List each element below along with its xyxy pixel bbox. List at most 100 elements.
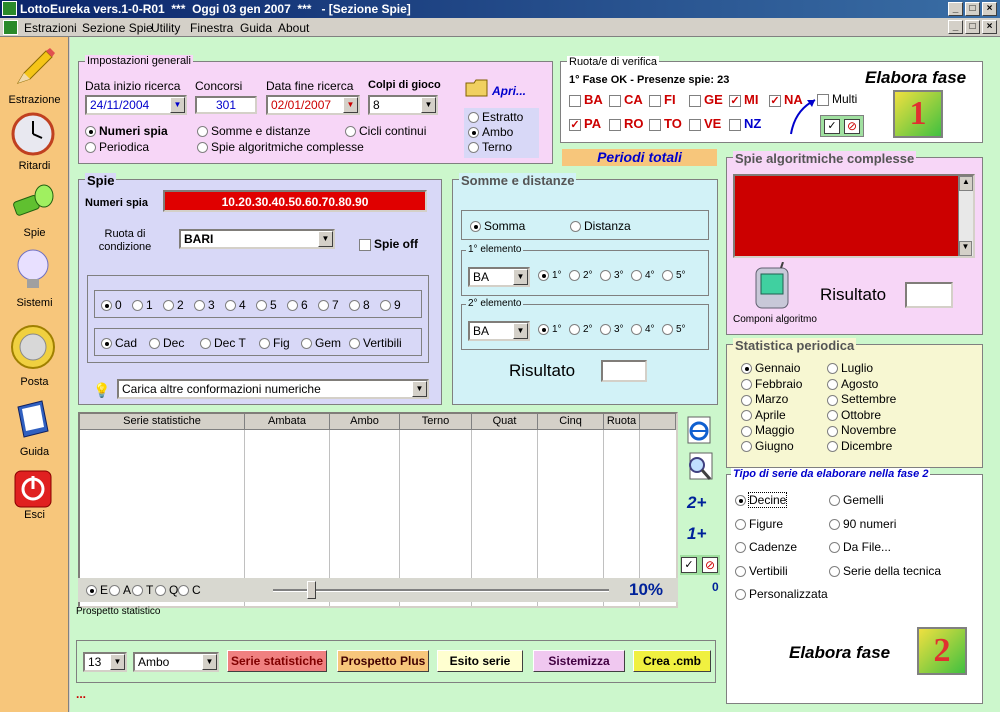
month-radio-giugno[interactable]: Giugno — [741, 439, 794, 453]
month-radio-novembre[interactable]: Novembre — [827, 423, 896, 437]
folder-open-icon[interactable] — [465, 78, 489, 98]
tipo-radio-personalizzata[interactable]: Personalizzata — [735, 587, 828, 601]
type-radio-cad[interactable]: Cad — [101, 336, 137, 350]
close-button[interactable]: × — [982, 2, 997, 16]
table-header[interactable]: Ambata — [245, 414, 330, 430]
somma-radio[interactable]: Somma — [470, 219, 525, 233]
tipo-radio-90-numeri[interactable]: 90 numeri — [829, 517, 896, 531]
numeri-spia-field[interactable]: 10.20.30.40.50.60.70.80.90 — [163, 190, 427, 212]
month-radio-agosto[interactable]: Agosto — [827, 377, 878, 391]
digit-radio-4[interactable]: 4 — [225, 298, 246, 312]
serie-statistiche-button[interactable]: Serie statistiche — [227, 650, 327, 672]
elemento2-ruota-combo[interactable]: BA ▼ — [468, 321, 530, 341]
month-radio-dicembre[interactable]: Dicembre — [827, 439, 892, 453]
table-header[interactable]: Cinq — [538, 414, 604, 430]
spie-algoritmiche-radio[interactable]: Spie algoritmiche complesse — [197, 140, 364, 154]
somme-distanze-radio[interactable]: Somme e distanze — [197, 124, 310, 138]
sorte-combo[interactable]: Ambo ▼ — [133, 652, 219, 672]
data-fine-combo[interactable]: 02/01/2007 ▼ — [266, 95, 360, 115]
cancel-icon[interactable]: ⊘ — [844, 119, 860, 134]
wheel-checkbox-ro[interactable]: RO — [609, 116, 644, 131]
digit-radio-5[interactable]: 5 — [256, 298, 277, 312]
wheel-checkbox-ca[interactable]: CA — [609, 92, 643, 107]
algo-scrollbar[interactable]: ▲ ▼ — [958, 176, 973, 256]
tipo-radio-serie-della-tecnica[interactable]: Serie della tecnica — [829, 564, 941, 578]
esito-serie-button[interactable]: Esito serie — [437, 650, 523, 672]
menu-about[interactable]: About — [278, 21, 309, 35]
month-radio-aprile[interactable]: Aprile — [741, 408, 786, 422]
wheel-checkbox-nz[interactable]: NZ — [729, 116, 761, 131]
month-radio-maggio[interactable]: Maggio — [741, 423, 794, 437]
ambo-radio[interactable]: Ambo — [468, 125, 513, 139]
carica-conformazioni-combo[interactable]: Carica altre conformazioni numeriche ▼ — [117, 379, 429, 399]
handheld-icon[interactable] — [753, 262, 791, 310]
terno-radio[interactable]: Terno — [468, 140, 512, 154]
month-radio-marzo[interactable]: Marzo — [741, 392, 788, 406]
position-radio-4[interactable]: 4° — [631, 270, 655, 281]
position-radio-1[interactable]: 1° — [538, 270, 562, 281]
position-radio-5[interactable]: 5° — [662, 324, 686, 335]
wheel-checkbox-ba[interactable]: BA — [569, 92, 603, 107]
position-radio-1[interactable]: 1° — [538, 324, 562, 335]
apri-button[interactable]: Apri... — [492, 84, 526, 98]
slider-option-t[interactable]: T — [132, 583, 153, 597]
elabora-fase-1-button[interactable]: 1 — [893, 90, 943, 138]
check-icon[interactable]: ✓ — [824, 119, 840, 134]
menu-utility[interactable]: Utility — [151, 21, 180, 35]
elabora-fase-2-button[interactable]: 2 — [917, 627, 967, 675]
periodica-radio[interactable]: Periodica — [85, 140, 149, 154]
child-close-button[interactable]: × — [982, 20, 997, 34]
numero-combo[interactable]: 13 ▼ — [83, 652, 127, 672]
spie-off-checkbox[interactable]: Spie off — [359, 237, 418, 251]
table-header[interactable]: Terno — [400, 414, 472, 430]
menu-sezione-spie[interactable]: Sezione Spie — [82, 21, 153, 35]
digit-radio-8[interactable]: 8 — [349, 298, 370, 312]
plus1-button[interactable]: 1+ — [687, 524, 706, 544]
magnifier-icon[interactable] — [684, 451, 716, 483]
tipo-radio-gemelli[interactable]: Gemelli — [829, 493, 884, 507]
tipo-radio-decine[interactable]: Decine — [735, 492, 788, 508]
menu-finestra[interactable]: Finestra — [190, 21, 233, 35]
digit-radio-0[interactable]: 0 — [101, 298, 122, 312]
child-restore-button[interactable]: □ — [965, 20, 980, 34]
type-radio-gem[interactable]: Gem — [301, 336, 341, 350]
month-radio-luglio[interactable]: Luglio — [827, 361, 873, 375]
type-radio-dec[interactable]: Dec — [149, 336, 184, 350]
menu-estrazioni[interactable]: Estrazioni — [24, 21, 77, 35]
month-radio-settembre[interactable]: Settembre — [827, 392, 896, 406]
estratto-radio[interactable]: Estratto — [468, 110, 523, 124]
position-radio-5[interactable]: 5° — [662, 270, 686, 281]
ruota-condizione-combo[interactable]: BARI ▼ — [179, 229, 335, 249]
month-radio-febbraio[interactable]: Febbraio — [741, 377, 802, 391]
digit-radio-7[interactable]: 7 — [318, 298, 339, 312]
maximize-button[interactable]: □ — [965, 2, 980, 16]
check-icon[interactable]: ✓ — [681, 557, 697, 573]
elemento1-ruota-combo[interactable]: BA ▼ — [468, 267, 530, 287]
componi-algoritmo-label[interactable]: Componi algoritmo — [733, 314, 817, 325]
position-radio-3[interactable]: 3° — [600, 270, 624, 281]
slider-track[interactable] — [273, 589, 609, 592]
somme-risultato-field[interactable] — [601, 360, 647, 382]
wheel-checkbox-fi[interactable]: FI — [649, 92, 676, 107]
crea-cmb-button[interactable]: Crea .cmb — [633, 650, 711, 672]
menu-guida[interactable]: Guida — [240, 21, 272, 35]
concorsi-field[interactable]: 301 — [195, 96, 257, 114]
tipo-radio-cadenze[interactable]: Cadenze — [735, 540, 797, 554]
tipo-radio-da-file-[interactable]: Da File... — [829, 540, 891, 554]
digit-radio-3[interactable]: 3 — [194, 298, 215, 312]
position-radio-3[interactable]: 3° — [600, 324, 624, 335]
slider-handle[interactable] — [307, 581, 316, 599]
prospetto-plus-button[interactable]: Prospetto Plus — [337, 650, 429, 672]
wheel-checkbox-mi[interactable]: ✓ MI — [729, 92, 758, 107]
wheel-checkbox-to[interactable]: TO — [649, 116, 682, 131]
type-radio-fig[interactable]: Fig — [259, 336, 290, 350]
month-radio-ottobre[interactable]: Ottobre — [827, 408, 881, 422]
slider-option-c[interactable]: C — [178, 583, 201, 597]
sistemizza-button[interactable]: Sistemizza — [533, 650, 625, 672]
tipo-radio-vertibili[interactable]: Vertibili — [735, 564, 788, 578]
minimize-button[interactable]: _ — [948, 2, 963, 16]
table-header[interactable]: Quat — [472, 414, 538, 430]
wheel-checkbox-pa[interactable]: ✓ PA — [569, 116, 601, 131]
month-radio-gennaio[interactable]: Gennaio — [741, 361, 800, 375]
data-inizio-combo[interactable]: 24/11/2004 ▼ — [85, 95, 187, 115]
